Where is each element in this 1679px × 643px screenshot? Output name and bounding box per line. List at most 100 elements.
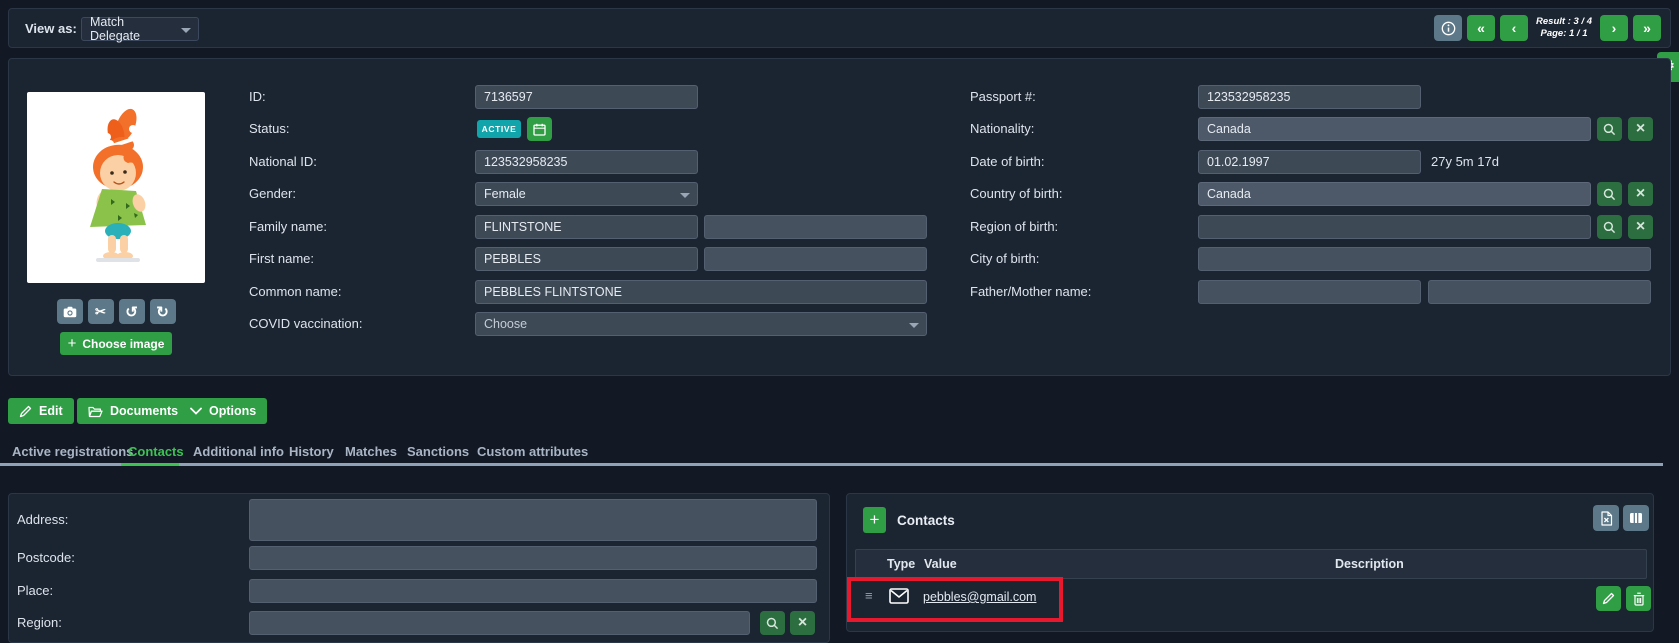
contacts-table-header: Type Value Description [855, 549, 1647, 579]
take-photo-button[interactable] [57, 299, 83, 324]
column-header-type: Type [887, 557, 915, 571]
person-profile-page: View as: Match Delegate « ‹ Result : 3 /… [0, 0, 1679, 643]
rotate-left-button[interactable]: ↺ [119, 299, 145, 324]
tab-underline-active [121, 463, 179, 466]
region-label: Region: [17, 611, 62, 635]
choose-image-button[interactable]: + Choose image [60, 332, 172, 355]
info-button[interactable] [1434, 15, 1462, 41]
nationality-field[interactable] [1198, 117, 1591, 141]
address-field[interactable] [249, 499, 817, 541]
region-search-button[interactable] [1597, 215, 1622, 239]
passport-field[interactable] [1198, 85, 1421, 109]
covid-select[interactable]: Choose [475, 312, 927, 336]
camera-icon [63, 306, 77, 318]
tab-custom-attributes[interactable]: Custom attributes [477, 444, 588, 459]
last-result-button[interactable]: » [1633, 15, 1661, 41]
tab-history[interactable]: History [289, 444, 334, 459]
family-name-field[interactable] [475, 215, 698, 239]
delete-contact-button[interactable] [1626, 586, 1651, 611]
country-of-birth-field[interactable] [1198, 182, 1591, 206]
status-badge: ACTIVE [477, 120, 521, 138]
next-result-button[interactable]: › [1600, 15, 1628, 41]
postcode-field[interactable] [249, 546, 817, 570]
contacts-panel-title: Contacts [897, 513, 955, 528]
country-search-button[interactable] [1597, 182, 1622, 206]
add-contact-button[interactable]: + [863, 507, 886, 533]
export-file-button[interactable] [1593, 505, 1619, 531]
gender-select[interactable]: Female [475, 182, 698, 206]
first-result-button[interactable]: « [1467, 15, 1495, 41]
region-clear-lookup-button[interactable]: × [790, 611, 815, 635]
close-icon: × [1636, 185, 1645, 203]
status-history-button[interactable] [527, 117, 552, 141]
tab-active-registrations[interactable]: Active registrations [12, 444, 133, 459]
scissors-icon: ✂ [95, 304, 106, 320]
record-nav: « ‹ Result : 3 / 4 Page: 1 / 1 › » [1434, 15, 1661, 41]
top-bar: View as: Match Delegate « ‹ Result : 3 /… [8, 8, 1671, 48]
page-count-text: Page: 1 / 1 [1533, 28, 1595, 40]
national-id-label: National ID: [249, 150, 317, 174]
folder-open-icon [88, 405, 103, 418]
plus-icon: + [68, 335, 77, 352]
dob-label: Date of birth: [970, 150, 1044, 174]
trash-icon [1633, 592, 1645, 606]
id-field[interactable] [475, 85, 698, 109]
national-id-field[interactable] [475, 150, 698, 174]
place-field[interactable] [249, 579, 817, 603]
gender-label: Gender: [249, 182, 296, 206]
tab-matches[interactable]: Matches [345, 444, 397, 459]
documents-button[interactable]: Documents [77, 398, 189, 424]
first-name-alt-field[interactable] [704, 247, 927, 271]
region-of-birth-field[interactable] [1198, 215, 1591, 239]
close-icon: × [798, 614, 807, 632]
search-icon [1603, 123, 1616, 136]
nationality-clear-button[interactable]: × [1628, 117, 1653, 141]
edit-button[interactable]: Edit [8, 398, 74, 424]
pencil-icon [1602, 592, 1615, 605]
id-label: ID: [249, 85, 266, 109]
view-as-select[interactable]: Match Delegate [81, 17, 199, 41]
father-mother-alt-field[interactable] [1428, 280, 1651, 304]
region-field[interactable] [249, 611, 750, 635]
view-as-label: View as: [25, 17, 77, 41]
tab-additional-info[interactable]: Additional info [193, 444, 284, 459]
options-button-label: Options [209, 404, 256, 418]
crop-photo-button[interactable]: ✂ [88, 299, 114, 324]
common-name-field[interactable] [475, 280, 927, 304]
covid-value: Choose [484, 317, 527, 331]
tab-underline [0, 463, 1663, 466]
rotate-left-icon: ↺ [125, 303, 138, 321]
tab-sanctions[interactable]: Sanctions [407, 444, 469, 459]
region-lookup-button[interactable] [760, 611, 785, 635]
pencil-icon [19, 405, 32, 418]
edit-contact-button[interactable] [1596, 586, 1621, 611]
chevron-down-icon [190, 407, 202, 415]
country-of-birth-label: Country of birth: [970, 182, 1063, 206]
passport-label: Passport #: [970, 85, 1036, 109]
profile-card: ✂ ↺ ↻ + Choose image ID: Status: ACTIVE [8, 58, 1671, 376]
tab-contacts[interactable]: Contacts [128, 444, 184, 459]
city-of-birth-field[interactable] [1198, 247, 1651, 271]
region-clear-button[interactable]: × [1628, 215, 1653, 239]
choose-image-label: Choose image [82, 337, 164, 351]
pebbles-cartoon-image [56, 103, 176, 273]
address-panel: Address: Postcode: Place: Region: × [8, 493, 830, 643]
dob-field[interactable] [1198, 150, 1421, 174]
options-button[interactable]: Options [179, 398, 267, 424]
calendar-icon [533, 123, 546, 136]
rotate-right-button[interactable]: ↻ [150, 299, 176, 324]
first-name-label: First name: [249, 247, 314, 271]
place-label: Place: [17, 579, 53, 603]
table-columns-button[interactable] [1623, 505, 1649, 531]
city-of-birth-label: City of birth: [970, 247, 1039, 271]
rotate-right-icon: ↻ [156, 303, 169, 321]
nationality-search-button[interactable] [1597, 117, 1622, 141]
postcode-label: Postcode: [17, 546, 75, 570]
country-clear-button[interactable]: × [1628, 182, 1653, 206]
family-name-alt-field[interactable] [704, 215, 927, 239]
first-name-field[interactable] [475, 247, 698, 271]
prev-result-button[interactable]: ‹ [1500, 15, 1528, 41]
father-mother-field[interactable] [1198, 280, 1421, 304]
chevron-down-icon [181, 28, 191, 33]
father-mother-label: Father/Mother name: [970, 280, 1091, 304]
